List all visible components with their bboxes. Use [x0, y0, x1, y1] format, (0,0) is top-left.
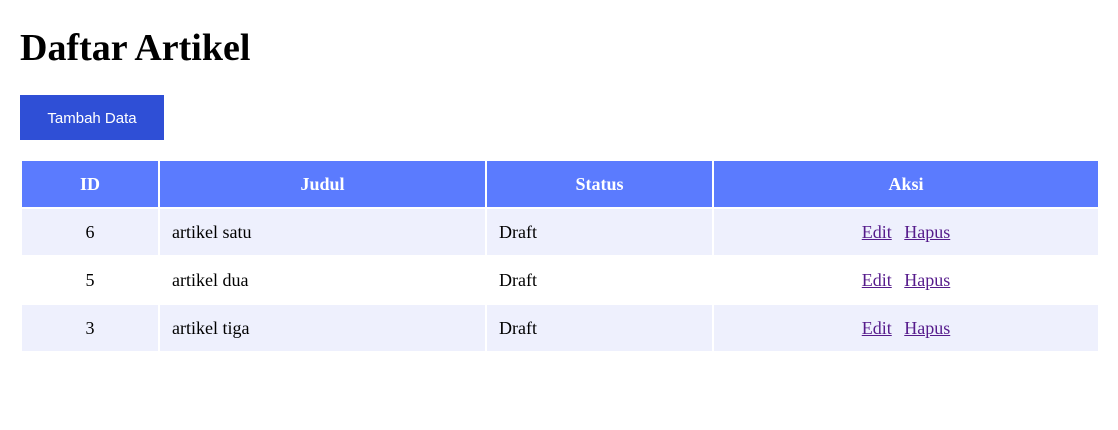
edit-link[interactable]: Edit	[862, 222, 892, 242]
cell-judul: artikel satu	[160, 209, 485, 255]
cell-judul: artikel dua	[160, 257, 485, 303]
header-id: ID	[22, 161, 158, 207]
table-row: 6 artikel satu Draft Edit Hapus	[22, 209, 1098, 255]
cell-judul: artikel tiga	[160, 305, 485, 351]
header-status: Status	[487, 161, 712, 207]
cell-aksi: Edit Hapus	[714, 305, 1098, 351]
cell-aksi: Edit Hapus	[714, 209, 1098, 255]
cell-id: 5	[22, 257, 158, 303]
table-header-row: ID Judul Status Aksi	[22, 161, 1098, 207]
header-aksi: Aksi	[714, 161, 1098, 207]
page-title: Daftar Artikel	[20, 27, 251, 69]
cell-aksi: Edit Hapus	[714, 257, 1098, 303]
edit-link[interactable]: Edit	[862, 318, 892, 338]
delete-link[interactable]: Hapus	[904, 222, 950, 242]
cell-status: Draft	[487, 209, 712, 255]
cell-id: 6	[22, 209, 158, 255]
cell-status: Draft	[487, 305, 712, 351]
add-data-button[interactable]: Tambah Data	[20, 95, 164, 140]
table-row: 5 artikel dua Draft Edit Hapus	[22, 257, 1098, 303]
header-judul: Judul	[160, 161, 485, 207]
delete-link[interactable]: Hapus	[904, 270, 950, 290]
edit-link[interactable]: Edit	[862, 270, 892, 290]
cell-status: Draft	[487, 257, 712, 303]
table-row: 3 artikel tiga Draft Edit Hapus	[22, 305, 1098, 351]
articles-table: ID Judul Status Aksi 6 artikel satu Draf…	[20, 159, 1100, 353]
cell-id: 3	[22, 305, 158, 351]
delete-link[interactable]: Hapus	[904, 318, 950, 338]
